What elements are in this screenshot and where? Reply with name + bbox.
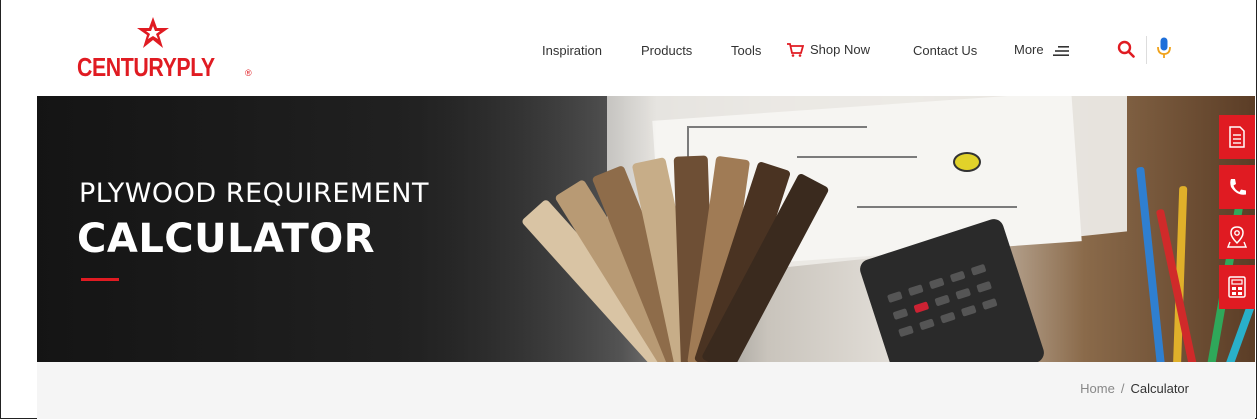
calc-key xyxy=(913,301,930,314)
breadcrumb-home-link[interactable]: Home xyxy=(1080,381,1115,396)
calc-key xyxy=(892,308,909,321)
nav-more[interactable]: More xyxy=(1014,42,1070,57)
location-pin-icon xyxy=(1227,226,1247,248)
nav-inspiration[interactable]: Inspiration xyxy=(542,43,602,58)
nav-shop-now[interactable]: Shop Now xyxy=(786,42,870,57)
nav-shop-now-label: Shop Now xyxy=(810,42,870,57)
document-list-icon xyxy=(1229,126,1245,148)
plan-line xyxy=(857,206,1017,208)
hero-title-line1: PLYWOOD REQUIREMENT xyxy=(79,178,429,209)
breadcrumb-section: Home / Calculator xyxy=(37,362,1255,419)
calc-key xyxy=(934,294,951,307)
logo-registered-mark: ® xyxy=(245,68,252,78)
calc-key xyxy=(976,280,993,293)
floating-action-bar xyxy=(1219,115,1255,311)
calc-key xyxy=(955,287,972,300)
cart-icon xyxy=(787,42,804,57)
breadcrumb: Home / Calculator xyxy=(1080,381,1189,396)
side-btn-calculator[interactable] xyxy=(1219,265,1255,309)
search-icon[interactable] xyxy=(1117,40,1135,58)
nav-tools[interactable]: Tools xyxy=(731,43,761,58)
calculator-icon xyxy=(1228,276,1246,298)
calc-key xyxy=(886,291,903,303)
side-btn-locate[interactable] xyxy=(1219,215,1255,259)
menu-lines-icon xyxy=(1053,45,1070,56)
calc-key xyxy=(919,318,935,331)
side-btn-call[interactable] xyxy=(1219,165,1255,209)
breadcrumb-current: Calculator xyxy=(1130,381,1189,396)
calc-key xyxy=(939,311,956,324)
calc-key xyxy=(928,277,945,290)
site-header: CENTURYPLY ® Inspiration Products Tools … xyxy=(37,0,1255,96)
phone-icon xyxy=(1230,179,1246,195)
breadcrumb-separator: / xyxy=(1120,381,1125,396)
nav-products[interactable]: Products xyxy=(641,43,692,58)
nav-more-label: More xyxy=(1014,42,1044,57)
plan-line xyxy=(797,156,917,158)
centuryply-logo[interactable]: CENTURYPLY ® xyxy=(77,14,252,82)
logo-wordmark: CENTURYPLY xyxy=(77,52,215,82)
side-btn-enquiry[interactable] xyxy=(1219,115,1255,159)
calc-key xyxy=(898,325,914,338)
calc-key xyxy=(970,263,987,276)
plan-line xyxy=(687,126,867,128)
calc-key xyxy=(960,304,977,317)
nav-contact-us[interactable]: Contact Us xyxy=(913,43,977,58)
hero-title-underline xyxy=(81,278,119,281)
calc-key xyxy=(949,270,966,283)
hero-key-tag-graphic xyxy=(953,152,981,172)
pencil xyxy=(1136,166,1165,362)
hero-title-line2: CALCULATOR xyxy=(77,216,376,262)
microphone-icon[interactable] xyxy=(1157,37,1171,59)
hero-banner: PLYWOOD REQUIREMENT CALCULATOR xyxy=(37,96,1255,362)
calc-key xyxy=(981,298,998,310)
header-divider xyxy=(1146,36,1147,64)
calc-key xyxy=(907,284,924,297)
logo-star-icon xyxy=(137,17,169,48)
